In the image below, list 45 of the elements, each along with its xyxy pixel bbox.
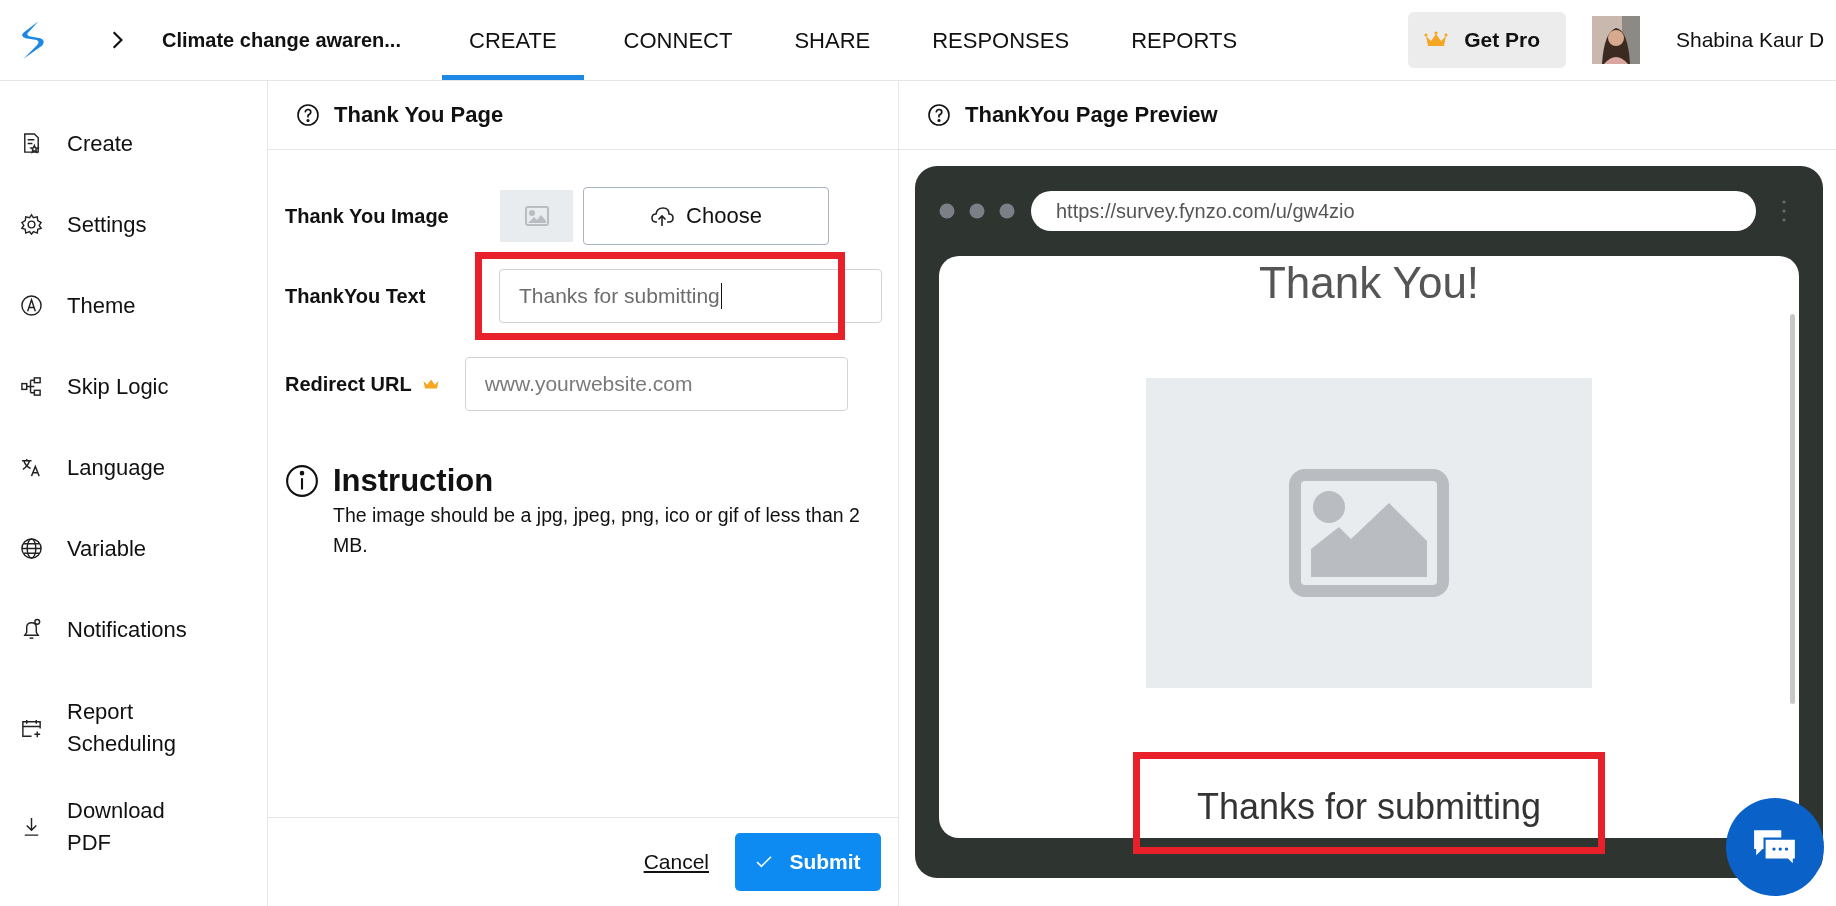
panel-title: Thank You Page [334, 102, 504, 128]
text-field[interactable]: Thanks for submitting [499, 269, 882, 323]
user-name[interactable]: Shabina Kaur D [1676, 28, 1836, 52]
sidebar-item[interactable]: Notifications [67, 613, 197, 646]
help-icon[interactable] [927, 103, 951, 127]
crown-icon [1424, 31, 1449, 49]
instruction-text: The image should be a jpg, jpeg, png, ico or gif of less than 2 MB. [333, 503, 861, 558]
sidebar-item[interactable]: Create [67, 127, 197, 160]
address-bar: https://survey.fynzo.com/u/gw4zio [1031, 191, 1756, 231]
field-label: Thank You Image [285, 204, 450, 228]
preview-message: Thanks for submitting [1196, 786, 1542, 828]
nav-tab[interactable]: CREATE [442, 0, 584, 80]
nav-tab[interactable]: REPORTS [1105, 0, 1264, 80]
survey-title: Climate change awaren... [162, 28, 402, 52]
info-icon [285, 464, 319, 498]
nav-tab[interactable]: SHARE [768, 0, 897, 80]
check-icon [755, 855, 774, 869]
url-field[interactable]: www.yourwebsite.com [464, 357, 848, 411]
choose-button[interactable]: Choose [583, 187, 829, 245]
window-dots-icon [939, 203, 1015, 219]
sidebar-item[interactable]: Download PDF [67, 794, 197, 859]
translate-icon[interactable] [20, 456, 43, 479]
settings-icon[interactable] [20, 213, 43, 236]
sidebar-item[interactable]: Variable [67, 532, 197, 565]
field-label: ThankYou Text [285, 284, 427, 308]
crown-icon [421, 377, 440, 391]
nav-tab[interactable]: CONNECT [597, 0, 759, 80]
nav-tab[interactable]: RESPONSES [906, 0, 1096, 80]
flowchart-icon[interactable] [20, 375, 43, 398]
get-pro-button[interactable]: Get Pro [1408, 12, 1566, 68]
cancel-link[interactable]: Cancel [643, 850, 709, 874]
instruction-title: Instruction [333, 462, 495, 500]
panel-title: ThankYou Page Preview [965, 102, 1218, 128]
sidebar-item[interactable]: Language [67, 451, 197, 484]
globe-icon[interactable] [20, 537, 43, 560]
sidebar-item[interactable]: Report Scheduling [67, 696, 197, 760]
scrollbar[interactable] [1790, 314, 1795, 704]
upload-icon [650, 205, 675, 227]
help-icon[interactable] [296, 103, 320, 127]
field-label: Redirect URL [285, 372, 412, 396]
sidebar-item[interactable]: Skip Logic [67, 370, 197, 403]
submit-button[interactable]: Submit [735, 833, 881, 891]
preview-heading: Thank You! [1258, 258, 1480, 308]
sidebar-item[interactable]: Settings [67, 208, 197, 241]
sidebar-item[interactable]: Theme [67, 289, 197, 322]
